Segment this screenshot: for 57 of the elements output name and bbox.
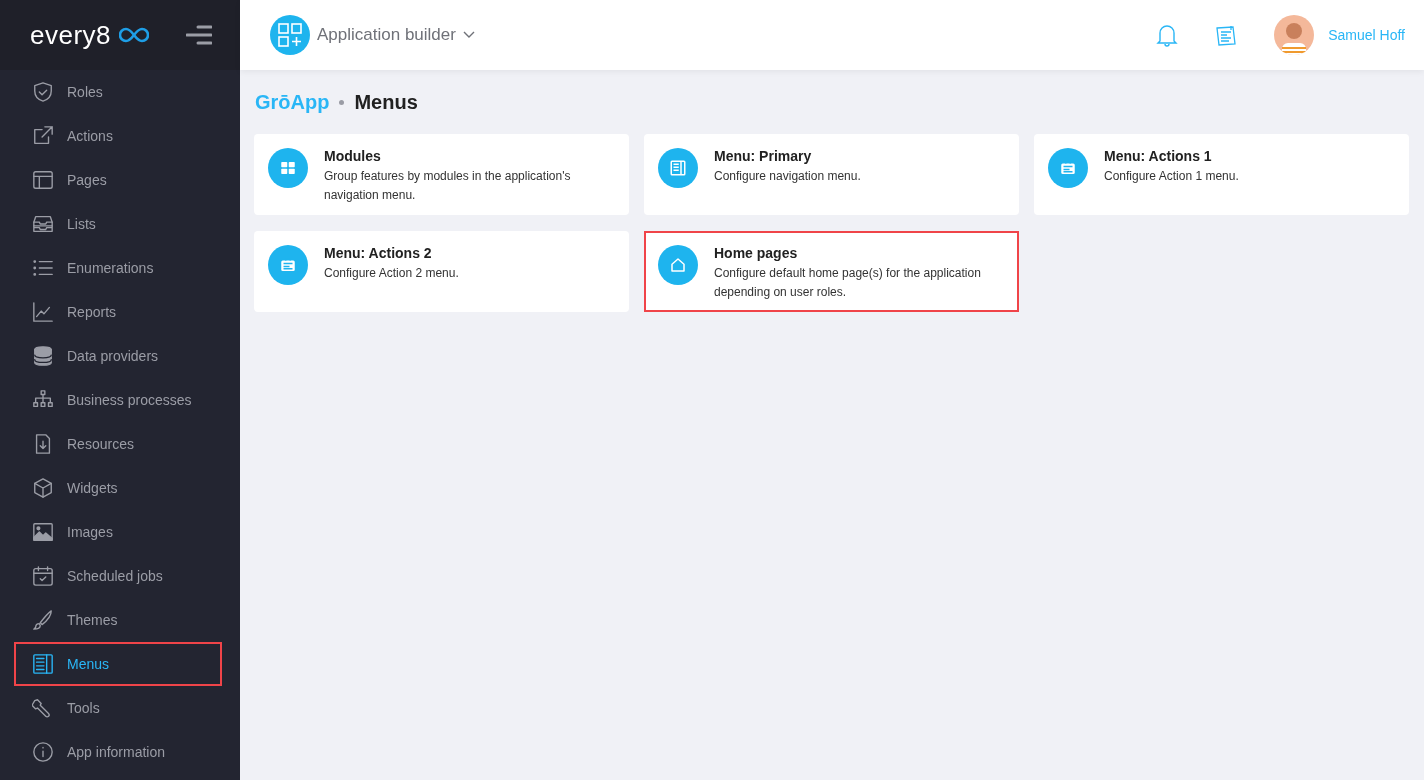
card-title: Home pages <box>714 245 799 261</box>
cube-icon <box>32 477 54 499</box>
settings-card[interactable]: Menu: Actions 1 Configure Action 1 menu. <box>1034 134 1409 215</box>
settings-card[interactable]: Menu: Actions 2 Configure Action 2 menu. <box>254 231 629 312</box>
logo-text: every8 <box>30 19 112 51</box>
calendar-check-icon <box>32 565 54 587</box>
image-icon <box>32 521 54 543</box>
sidebar-item[interactable]: Actions <box>14 114 222 158</box>
card-description: Configure default home page(s) for the application depending on user roles. <box>714 265 982 301</box>
settings-card[interactable]: Menu: Primary Configure navigation menu. <box>644 134 1019 215</box>
sidebar-item[interactable]: Business processes <box>14 378 222 422</box>
info-icon <box>32 741 54 763</box>
sidebar-item[interactable]: Resources <box>14 422 222 466</box>
sidebar-item[interactable]: Themes <box>14 598 222 642</box>
notepad-icon[interactable] <box>1214 24 1239 46</box>
settings-card[interactable]: Home pages Configure default home page(s) for the application depending on user roles. <box>644 231 1019 312</box>
card-title: Menu: Actions 2 <box>324 245 433 261</box>
sidebar-item[interactable]: Scheduled jobs <box>14 554 222 598</box>
page-title: Menus <box>354 91 418 114</box>
card-description: Configure Action 1 menu. <box>1104 168 1239 185</box>
home-icon <box>669 256 687 274</box>
card-description: Configure navigation menu. <box>714 168 861 185</box>
sidebar-item[interactable]: Lists <box>14 202 222 246</box>
sidebar-item[interactable]: Images <box>14 510 222 554</box>
sidebar-item[interactable]: Menus <box>14 642 222 686</box>
avatar[interactable] <box>1274 15 1315 55</box>
shield-icon <box>32 81 54 103</box>
sidebar-item[interactable]: Reports <box>14 290 222 334</box>
sidebar-item[interactable]: Tools <box>14 686 222 730</box>
page-layout-icon <box>32 169 54 191</box>
sidebar-item[interactable]: Widgets <box>14 466 222 510</box>
paintbrush-icon <box>32 609 54 631</box>
external-link-icon <box>32 125 54 147</box>
app-builder-icon <box>270 15 310 55</box>
sidebar-item[interactable]: Enumerations <box>14 246 222 290</box>
list-icon <box>32 257 54 279</box>
menu-panel-icon <box>32 653 54 675</box>
line-chart-icon <box>32 301 54 323</box>
sidebar-item[interactable]: Pages <box>14 158 222 202</box>
card-description: Group features by modules in the application's navigation menu. <box>324 168 572 204</box>
database-icon <box>32 345 54 367</box>
sidebar-item[interactable]: App information <box>14 730 222 774</box>
app-switcher[interactable]: Application builder <box>270 15 475 55</box>
chevron-down-icon <box>462 31 475 39</box>
sidebar-item[interactable]: Roles <box>14 70 222 114</box>
settings-card[interactable]: Modules Group features by modules in the application's navigation menu. <box>254 134 629 215</box>
menu-panel-icon <box>669 159 687 177</box>
menu-toggle-icon[interactable] <box>186 25 212 45</box>
card-description: Configure Action 2 menu. <box>324 265 459 282</box>
inbox-tray-icon <box>32 213 54 235</box>
card-title: Menu: Actions 1 <box>1104 148 1213 164</box>
card-title: Modules <box>324 148 382 164</box>
sidebar-item[interactable]: Data providers <box>14 334 222 378</box>
bell-icon[interactable] <box>1156 23 1179 47</box>
infinity-logo-icon <box>119 27 150 43</box>
card-title: Menu: Primary <box>714 148 813 164</box>
grid-icon <box>279 159 297 177</box>
